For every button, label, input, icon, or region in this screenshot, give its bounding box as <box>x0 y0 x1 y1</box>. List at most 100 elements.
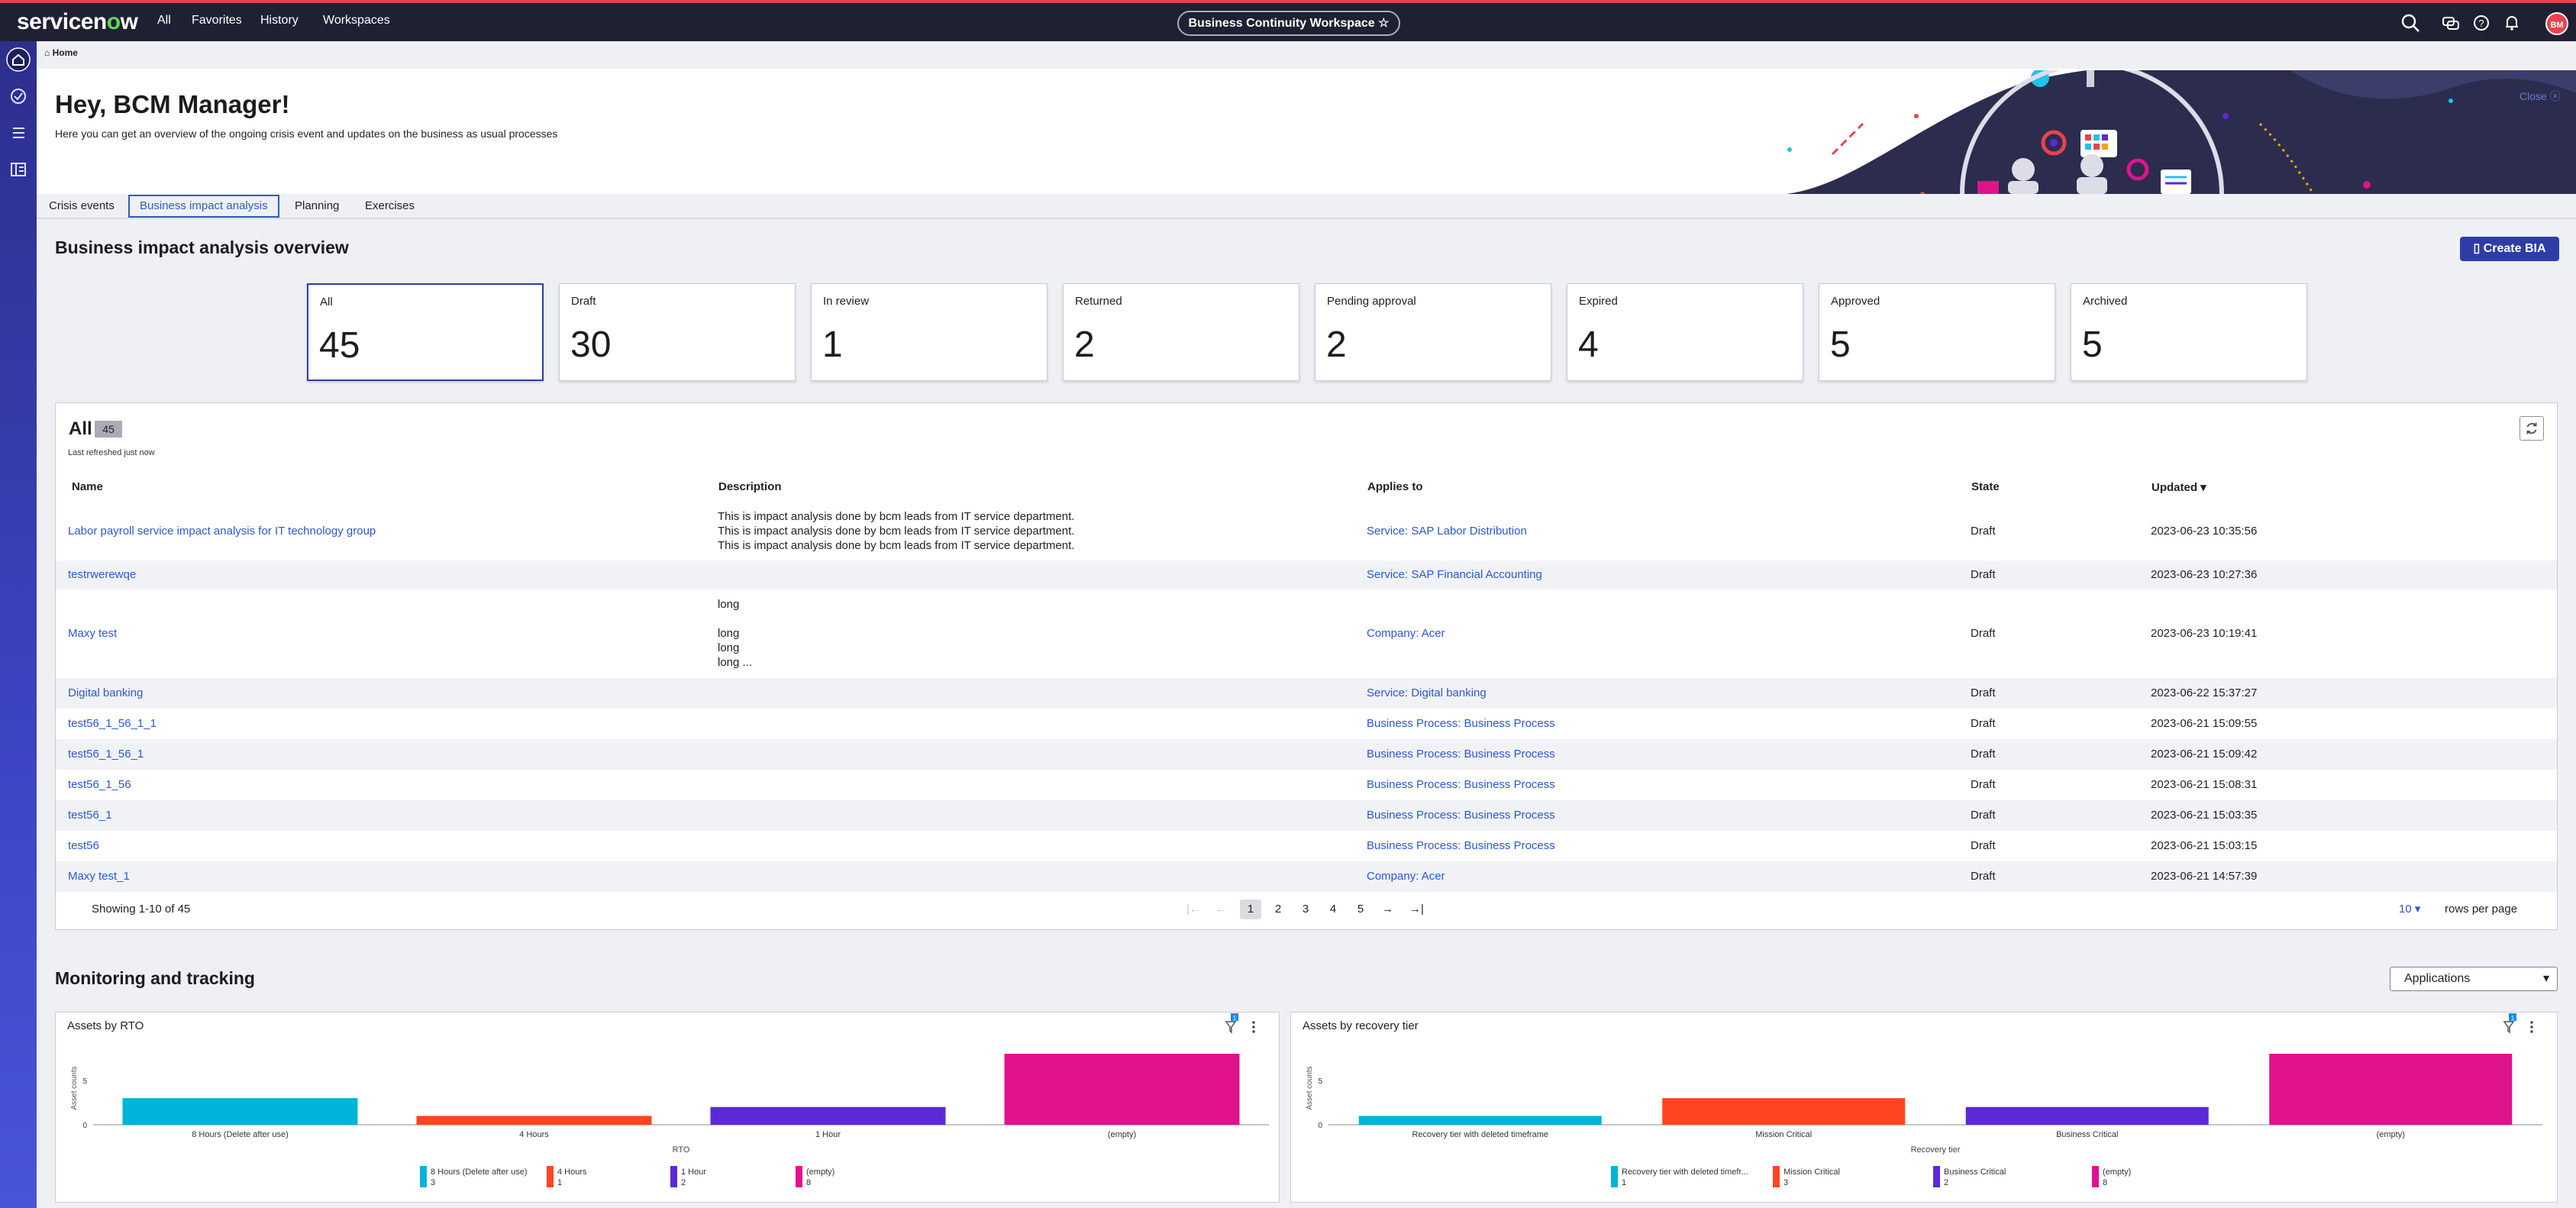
table-row[interactable]: test56_1_56_1 Business Process: Business … <box>56 739 2557 770</box>
column-header-name[interactable]: Name <box>72 480 103 493</box>
nav-all[interactable]: All <box>157 14 171 27</box>
workspace-grid-icon[interactable] <box>6 157 31 182</box>
breadcrumb[interactable]: ⌂ Home <box>44 47 78 58</box>
chart-bar[interactable] <box>122 1098 358 1125</box>
legend-swatch[interactable] <box>1611 1166 1618 1187</box>
legend-swatch[interactable] <box>670 1166 677 1187</box>
table-row[interactable]: test56_1_56_1_1 Business Process: Busines… <box>56 709 2557 739</box>
home-icon[interactable] <box>6 47 31 72</box>
row-name-link[interactable]: Digital banking <box>68 686 143 699</box>
tab-business-impact-analysis[interactable]: Business impact analysis <box>128 195 279 218</box>
notification-bell-icon[interactable] <box>2501 12 2523 34</box>
tab-crisis-events[interactable]: Crisis events <box>49 195 115 218</box>
page-5-button[interactable]: 5 <box>1350 900 1371 919</box>
column-header-updated[interactable]: Updated ▾ <box>2152 480 2206 494</box>
user-avatar[interactable]: BM <box>2545 12 2568 35</box>
filter-icon[interactable] <box>1225 1021 1237 1034</box>
check-circle-icon[interactable] <box>6 84 31 108</box>
close-banner-button[interactable]: Close ⓧ <box>2520 89 2561 104</box>
status-card-all[interactable]: All 45 <box>307 283 544 381</box>
row-applies-to-link[interactable]: Business Process: Business Process <box>1367 717 1555 730</box>
status-card-pending-approval[interactable]: Pending approval 2 <box>1315 283 1551 381</box>
chart-bar[interactable] <box>2269 1054 2513 1125</box>
row-name-link[interactable]: Maxy test <box>68 627 117 640</box>
more-options-icon[interactable] <box>1252 1026 1255 1029</box>
status-card-in-review[interactable]: In review 1 <box>811 283 1048 381</box>
row-applies-to-link[interactable]: Business Process: Business Process <box>1367 839 1555 852</box>
legend-swatch[interactable] <box>1933 1166 1940 1187</box>
row-applies-to-link[interactable]: Business Process: Business Process <box>1367 748 1555 761</box>
legend-swatch[interactable] <box>1773 1166 1780 1187</box>
breadcrumb-home[interactable]: Home <box>53 47 78 58</box>
chart-bar[interactable] <box>1662 1098 1906 1125</box>
row-applies-to-link[interactable]: Service: SAP Labor Distribution <box>1367 525 1527 538</box>
more-options-icon[interactable] <box>2530 1021 2533 1024</box>
row-applies-to-link[interactable]: Business Process: Business Process <box>1367 809 1555 822</box>
create-bia-button[interactable]: ▯ Create BIA <box>2460 237 2559 261</box>
nav-history[interactable]: History <box>260 14 299 27</box>
page-4-button[interactable]: 4 <box>1322 900 1344 919</box>
status-card-approved[interactable]: Approved 5 <box>1819 283 2055 381</box>
next-page-icon[interactable]: → <box>1382 900 1393 919</box>
chart-bar[interactable] <box>1965 1106 2209 1125</box>
more-options-icon[interactable] <box>2530 1026 2533 1029</box>
legend-swatch[interactable] <box>420 1166 427 1187</box>
chart-bar[interactable] <box>710 1106 946 1125</box>
last-page-icon[interactable]: →| <box>1409 900 1424 919</box>
column-header-state[interactable]: State <box>1971 480 2000 493</box>
row-applies-to-link[interactable]: Company: Acer <box>1367 627 1445 640</box>
more-options-icon[interactable] <box>1252 1021 1255 1024</box>
row-name-link[interactable]: test56_1_56_1 <box>68 748 144 761</box>
status-card-draft[interactable]: Draft 30 <box>559 283 796 381</box>
row-name-link[interactable]: test56 <box>68 839 99 852</box>
search-icon[interactable] <box>2400 12 2421 34</box>
chart-bar[interactable] <box>1358 1116 1602 1125</box>
page-2-button[interactable]: 2 <box>1267 900 1289 919</box>
chart-bar[interactable] <box>416 1116 652 1125</box>
legend-swatch[interactable] <box>547 1166 554 1187</box>
row-name-link[interactable]: testrwerewqe <box>68 568 136 581</box>
row-applies-to-link[interactable]: Service: SAP Financial Accounting <box>1367 568 1542 581</box>
sort-desc-icon[interactable]: ▾ <box>2200 481 2206 494</box>
help-icon[interactable]: ? <box>2471 12 2492 34</box>
row-name-link[interactable]: test56_1_56 <box>68 778 131 791</box>
table-row[interactable]: test56 Business Process: Business Process… <box>56 831 2557 861</box>
table-row[interactable]: Maxy test long long long long ... Company: Ac… <box>56 589 2557 678</box>
column-header-applies-to[interactable]: Applies to <box>1367 480 1423 493</box>
status-card-archived[interactable]: Archived 5 <box>2071 283 2307 381</box>
tab-exercises[interactable]: Exercises <box>365 195 415 218</box>
chart-bar[interactable] <box>1004 1054 1240 1125</box>
first-page-icon[interactable]: |← <box>1186 900 1201 919</box>
workspace-selector[interactable]: Business Continuity Workspace ☆ <box>1177 11 1400 36</box>
rows-per-page-select[interactable]: 10 ▾ <box>2399 900 2420 919</box>
asset-type-select[interactable]: Applications ▾ <box>2390 967 2558 991</box>
page-1-button[interactable]: 1 <box>1240 900 1261 919</box>
more-options-icon[interactable] <box>1252 1030 1255 1033</box>
refresh-icon[interactable] <box>2520 416 2544 441</box>
row-applies-to-link[interactable]: Company: Acer <box>1367 870 1445 883</box>
table-row[interactable]: testrwerewqe Service: SAP Financial Accou… <box>56 560 2557 589</box>
tab-planning[interactable]: Planning <box>295 195 339 218</box>
table-row[interactable]: Labor payroll service impact analysis fo… <box>56 502 2557 560</box>
column-header-description[interactable]: Description <box>718 480 782 493</box>
row-applies-to-link[interactable]: Business Process: Business Process <box>1367 778 1555 791</box>
status-card-expired[interactable]: Expired 4 <box>1567 283 1803 381</box>
prev-page-icon[interactable]: ← <box>1215 900 1227 919</box>
row-name-link[interactable]: test56_1_56_1_1 <box>68 717 157 730</box>
nav-favorites[interactable]: Favorites <box>192 14 242 27</box>
nav-workspaces[interactable]: Workspaces <box>323 14 390 27</box>
filter-icon[interactable] <box>2503 1021 2515 1034</box>
table-row[interactable]: Digital banking Service: Digital banking D… <box>56 678 2557 709</box>
table-row[interactable]: test56_1 Business Process: Business Proce… <box>56 800 2557 831</box>
chat-icon[interactable] <box>2440 12 2461 34</box>
table-row[interactable]: Maxy test_1 Company: Acer Draft 2023-06-21 … <box>56 861 2557 892</box>
row-applies-to-link[interactable]: Service: Digital banking <box>1367 686 1487 699</box>
row-name-link[interactable]: test56_1 <box>68 809 112 822</box>
legend-swatch[interactable] <box>796 1166 802 1187</box>
status-card-returned[interactable]: Returned 2 <box>1063 283 1299 381</box>
legend-swatch[interactable] <box>2092 1166 2099 1187</box>
row-name-link[interactable]: Maxy test_1 <box>68 870 130 883</box>
more-options-icon[interactable] <box>2530 1030 2533 1033</box>
servicenow-logo[interactable]: servicenow <box>17 9 138 35</box>
page-3-button[interactable]: 3 <box>1295 900 1316 919</box>
